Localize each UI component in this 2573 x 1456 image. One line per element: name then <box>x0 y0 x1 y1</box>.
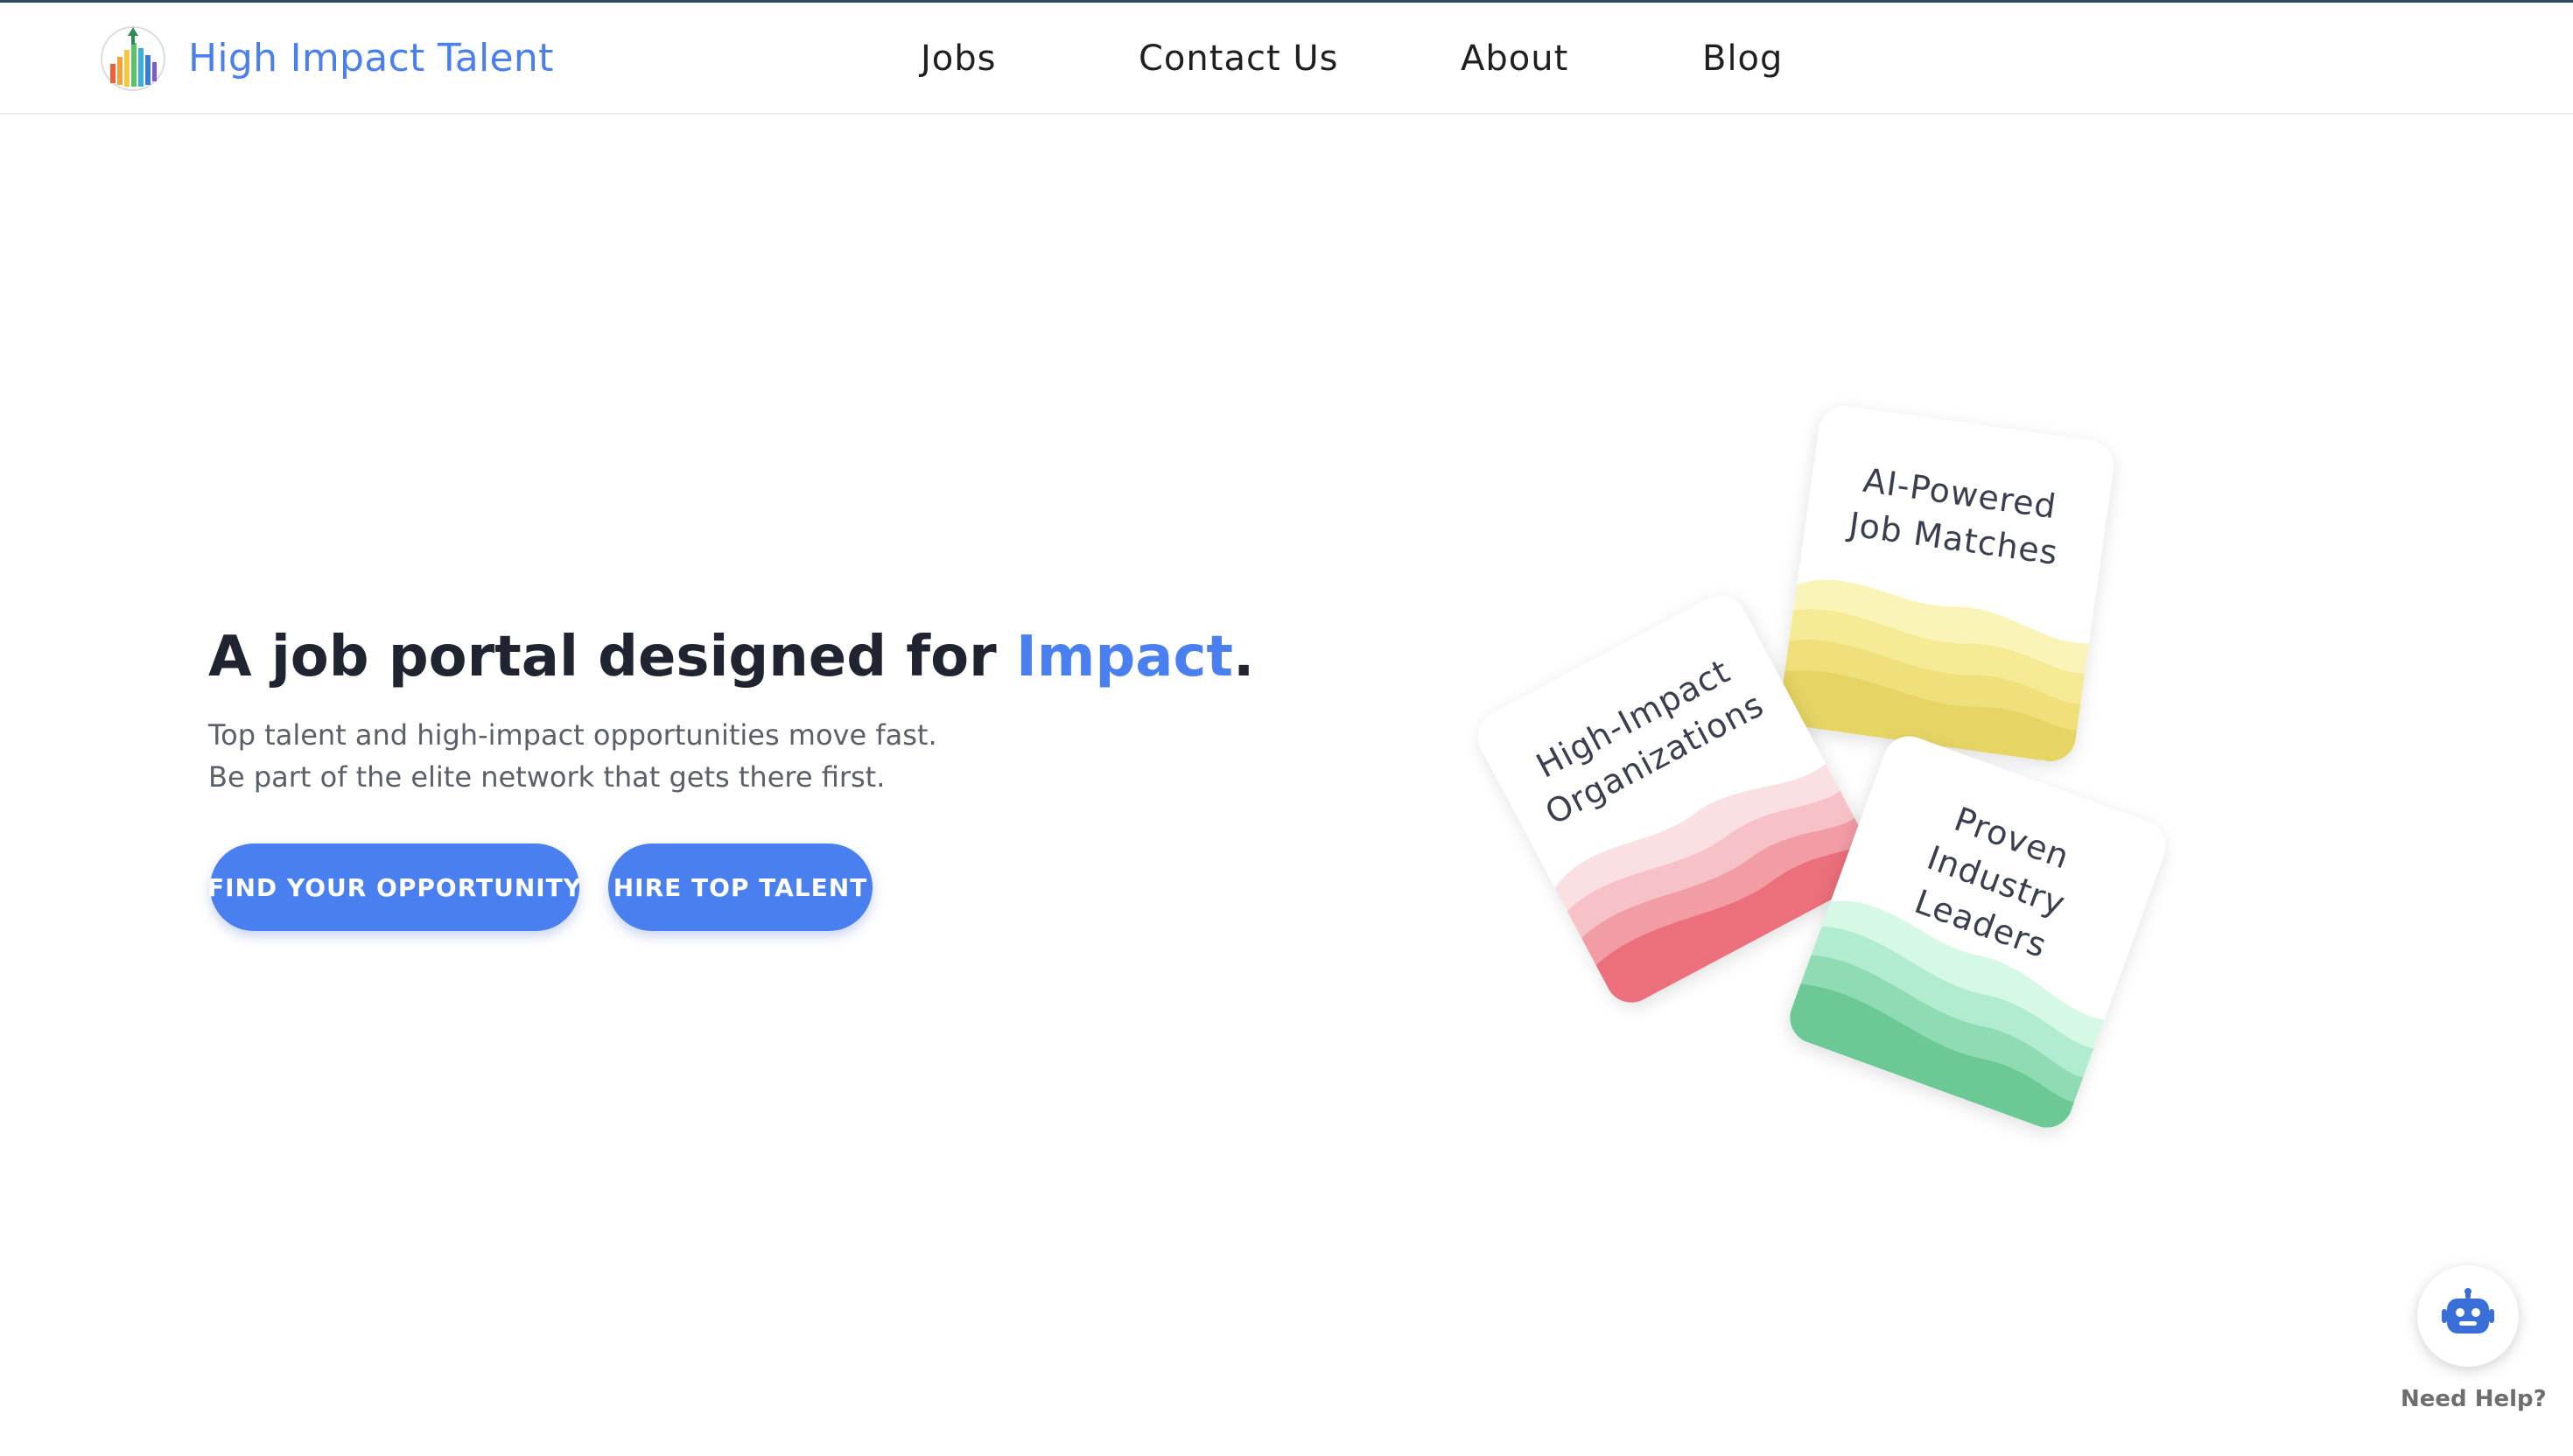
brand-name[interactable]: High Impact Talent <box>188 32 554 85</box>
wave-decoration <box>1777 579 2090 765</box>
bar-chart-arrow-logo-icon[interactable] <box>98 22 168 92</box>
feature-card-ai-matches: AI-Powered Job Matches <box>1777 402 2118 765</box>
nav-item-contact-us[interactable]: Contact Us <box>1139 32 1338 85</box>
hero-title-prefix: A job portal designed for <box>208 625 1016 690</box>
hero-subtitle: Top talent and high-impact opportunities… <box>208 714 937 798</box>
hero-subtitle-line-1: Top talent and high-impact opportunities… <box>208 718 937 752</box>
hero-title: A job portal designed for Impact. <box>208 618 1254 696</box>
hero-title-suffix: . <box>1232 625 1255 690</box>
hero-title-accent: Impact <box>1015 625 1233 690</box>
hero-subtitle-line-2: Be part of the elite network that gets t… <box>208 760 886 794</box>
feature-card-industry-leaders: Proven Industry Leaders <box>1782 729 2174 1135</box>
navbar: High Impact Talent Jobs Contact Us About… <box>0 3 2573 115</box>
find-opportunity-button[interactable]: FIND YOUR OPPORTUNITY <box>207 844 581 931</box>
need-help-label[interactable]: Need Help? <box>2401 1386 2547 1412</box>
hire-talent-button[interactable]: HIRE TOP TALENT <box>608 844 873 931</box>
nav-item-about[interactable]: About <box>1461 32 1568 85</box>
nav-item-blog[interactable]: Blog <box>1702 32 1783 85</box>
robot-icon <box>2440 1288 2496 1344</box>
nav-item-jobs[interactable]: Jobs <box>921 32 997 85</box>
chat-help-button[interactable] <box>2417 1265 2519 1367</box>
